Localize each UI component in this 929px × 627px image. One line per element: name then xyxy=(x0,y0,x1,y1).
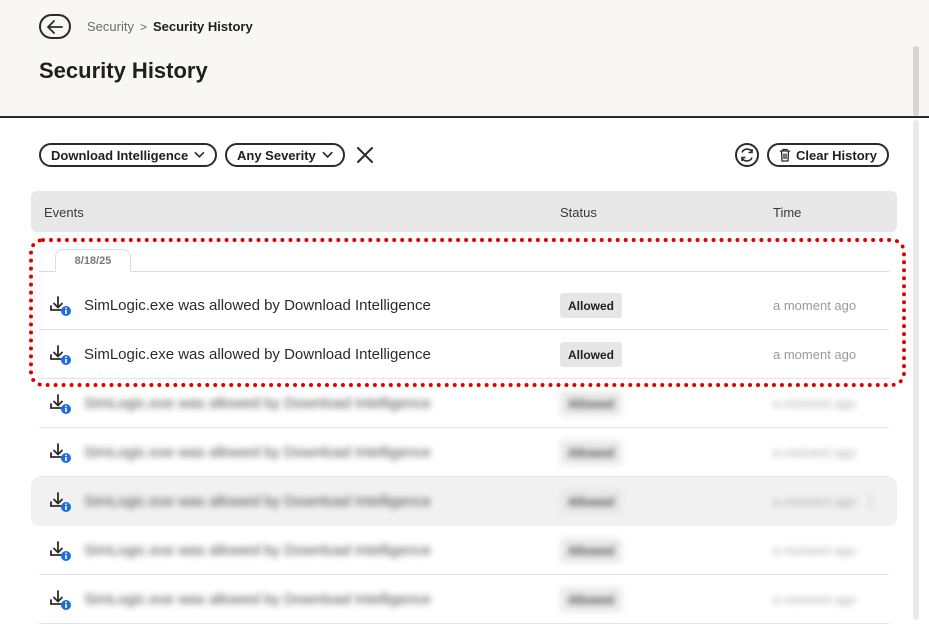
header-scrollbar[interactable] xyxy=(913,46,919,116)
status-badge: Allowed xyxy=(560,587,623,612)
date-group-tab: 8/18/25 xyxy=(55,249,131,272)
time-text: a moment ago xyxy=(773,494,857,509)
table-row[interactable]: SimLogic.exe was allowed by Download Int… xyxy=(39,330,889,379)
row-menu-icon[interactable]: ⋮ xyxy=(863,492,879,512)
filter-download-intelligence[interactable]: Download Intelligence xyxy=(39,143,217,167)
event-text: SimLogic.exe was allowed by Download Int… xyxy=(84,493,431,510)
download-info-icon xyxy=(49,588,73,612)
page-header: Security > Security History Security His… xyxy=(0,0,929,118)
breadcrumb: Security > Security History xyxy=(87,19,253,34)
breadcrumb-separator-icon: > xyxy=(139,19,147,34)
filter-any-severity[interactable]: Any Severity xyxy=(225,143,345,167)
filter-label: Download Intelligence xyxy=(51,147,189,163)
column-header-events[interactable]: Events xyxy=(44,205,84,220)
time-text: a moment ago xyxy=(773,298,857,313)
chevron-down-icon xyxy=(194,151,205,158)
content-scrollbar-track[interactable] xyxy=(913,120,919,620)
download-info-icon xyxy=(49,539,73,563)
event-text: SimLogic.exe was allowed by Download Int… xyxy=(84,542,431,559)
status-badge: Allowed xyxy=(560,342,623,367)
status-badge: Allowed xyxy=(560,293,623,318)
date-group-divider xyxy=(39,271,889,272)
download-info-icon xyxy=(49,490,73,514)
status-badge: Allowed xyxy=(560,538,623,563)
back-button[interactable] xyxy=(39,14,71,39)
chevron-down-icon xyxy=(322,151,333,159)
arrow-left-icon xyxy=(47,19,63,34)
event-text: SimLogic.exe was allowed by Download Int… xyxy=(84,444,431,461)
download-info-icon xyxy=(49,294,73,318)
close-icon xyxy=(357,147,373,163)
table-header: Events Status Time xyxy=(31,191,897,232)
column-header-status[interactable]: Status xyxy=(560,205,597,220)
download-info-icon xyxy=(49,441,73,465)
table-row[interactable]: SimLogic.exe was allowed by Download Int… xyxy=(39,379,889,428)
status-badge: Allowed xyxy=(560,489,623,514)
event-text: SimLogic.exe was allowed by Download Int… xyxy=(84,591,431,608)
clear-history-button[interactable]: Clear History xyxy=(767,143,889,167)
filter-label: Any Severity xyxy=(237,147,316,163)
trash-icon xyxy=(780,148,791,162)
download-info-icon xyxy=(49,343,73,367)
clear-filters-button[interactable] xyxy=(354,144,376,166)
event-text: SimLogic.exe was allowed by Download Int… xyxy=(84,395,431,412)
event-text: SimLogic.exe was allowed by Download Int… xyxy=(84,297,431,314)
breadcrumb-current: Security History xyxy=(152,19,253,34)
table-row[interactable]: SimLogic.exe was allowed by Download Int… xyxy=(39,526,889,575)
refresh-icon xyxy=(741,148,753,162)
status-badge: Allowed xyxy=(560,440,623,465)
table-row[interactable]: SimLogic.exe was allowed by Download Int… xyxy=(39,575,889,624)
time-text: a moment ago xyxy=(773,347,857,362)
time-text: a moment ago xyxy=(773,445,857,460)
event-text: SimLogic.exe was allowed by Download Int… xyxy=(84,346,431,363)
time-text: a moment ago xyxy=(773,592,857,607)
table-row[interactable]: SimLogic.exe was allowed by Download Int… xyxy=(39,281,889,330)
table-row[interactable]: SimLogic.exe was allowed by Download Int… xyxy=(39,428,889,477)
clear-history-label: Clear History xyxy=(796,147,877,163)
download-info-icon xyxy=(49,392,73,416)
time-text: a moment ago xyxy=(773,543,857,558)
time-text: a moment ago xyxy=(773,396,857,411)
refresh-button[interactable] xyxy=(735,143,759,167)
table-row[interactable]: SimLogic.exe was allowed by Download Int… xyxy=(31,477,897,526)
column-header-time[interactable]: Time xyxy=(773,205,801,220)
breadcrumb-security-link[interactable]: Security xyxy=(87,19,134,34)
status-badge: Allowed xyxy=(560,391,623,416)
page-title: Security History xyxy=(39,58,208,83)
